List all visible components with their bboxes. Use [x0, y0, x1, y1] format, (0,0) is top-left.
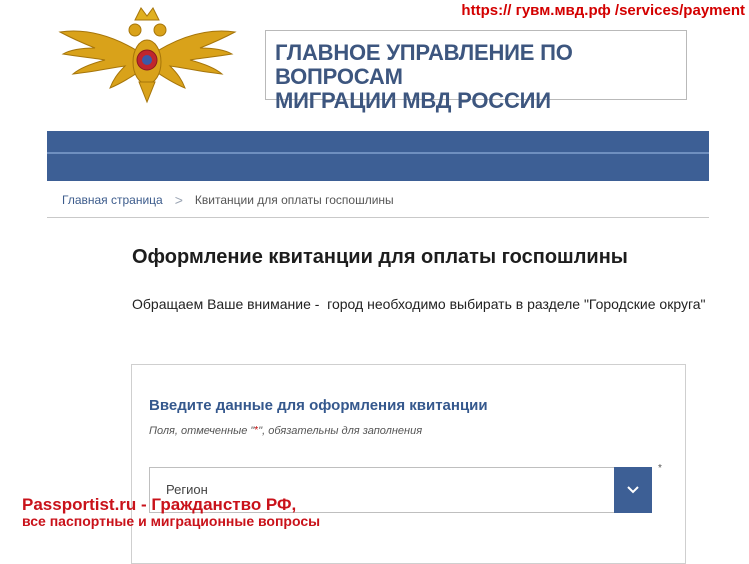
page-title: Оформление квитанции для оплаты госпошли… — [132, 246, 628, 268]
receipt-form-card — [131, 364, 686, 564]
region-required-marker: * — [658, 463, 662, 474]
navigation-bar-stripe — [47, 152, 709, 154]
watermark-line2: все паспортные и миграционные вопросы — [22, 513, 321, 529]
chevron-down-icon — [627, 486, 639, 494]
breadcrumb-current: Квитанции для оплаты госпошлины — [194, 193, 394, 207]
header-title-box: ГЛАВНОЕ УПРАВЛЕНИЕ ПО ВОПРОСАМ МИГРАЦИИ … — [265, 30, 687, 113]
region-select-toggle-button[interactable] — [614, 467, 652, 513]
mvd-emblem-icon — [58, 7, 237, 104]
watermark-line1: Passportist.ru - Гражданство РФ, — [22, 495, 297, 514]
required-note-after: ", обязательны для заполнения — [258, 425, 423, 437]
breadcrumb-separator-icon: > — [174, 192, 183, 208]
breadcrumb: Главная страница > Квитанции для оплаты … — [62, 192, 394, 208]
header-title-line1: ГЛАВНОЕ УПРАВЛЕНИЕ ПО ВОПРОСАМ — [275, 40, 573, 89]
form-heading: Введите данные для оформления квитанции — [149, 397, 488, 414]
breadcrumb-home-link[interactable]: Главная страница — [62, 193, 163, 207]
city-notice-text: Обращаем Ваше внимание - город необходим… — [132, 296, 706, 312]
required-fields-note: Поля, отмеченные "*", обязательны для за… — [149, 425, 422, 437]
url-overlay: https:// гувм.мвд.рф /services/payment — [461, 2, 745, 19]
header-title-line2: МИГРАЦИИ МВД РОССИИ — [275, 88, 551, 113]
required-note-before: Поля, отмеченные " — [149, 425, 255, 437]
navigation-bar — [47, 131, 709, 181]
passportist-watermark: Passportist.ru - Гражданство РФ, все пас… — [22, 496, 320, 530]
breadcrumb-divider — [47, 217, 709, 218]
header-title: ГЛАВНОЕ УПРАВЛЕНИЕ ПО ВОПРОСАМ МИГРАЦИИ … — [275, 41, 686, 113]
